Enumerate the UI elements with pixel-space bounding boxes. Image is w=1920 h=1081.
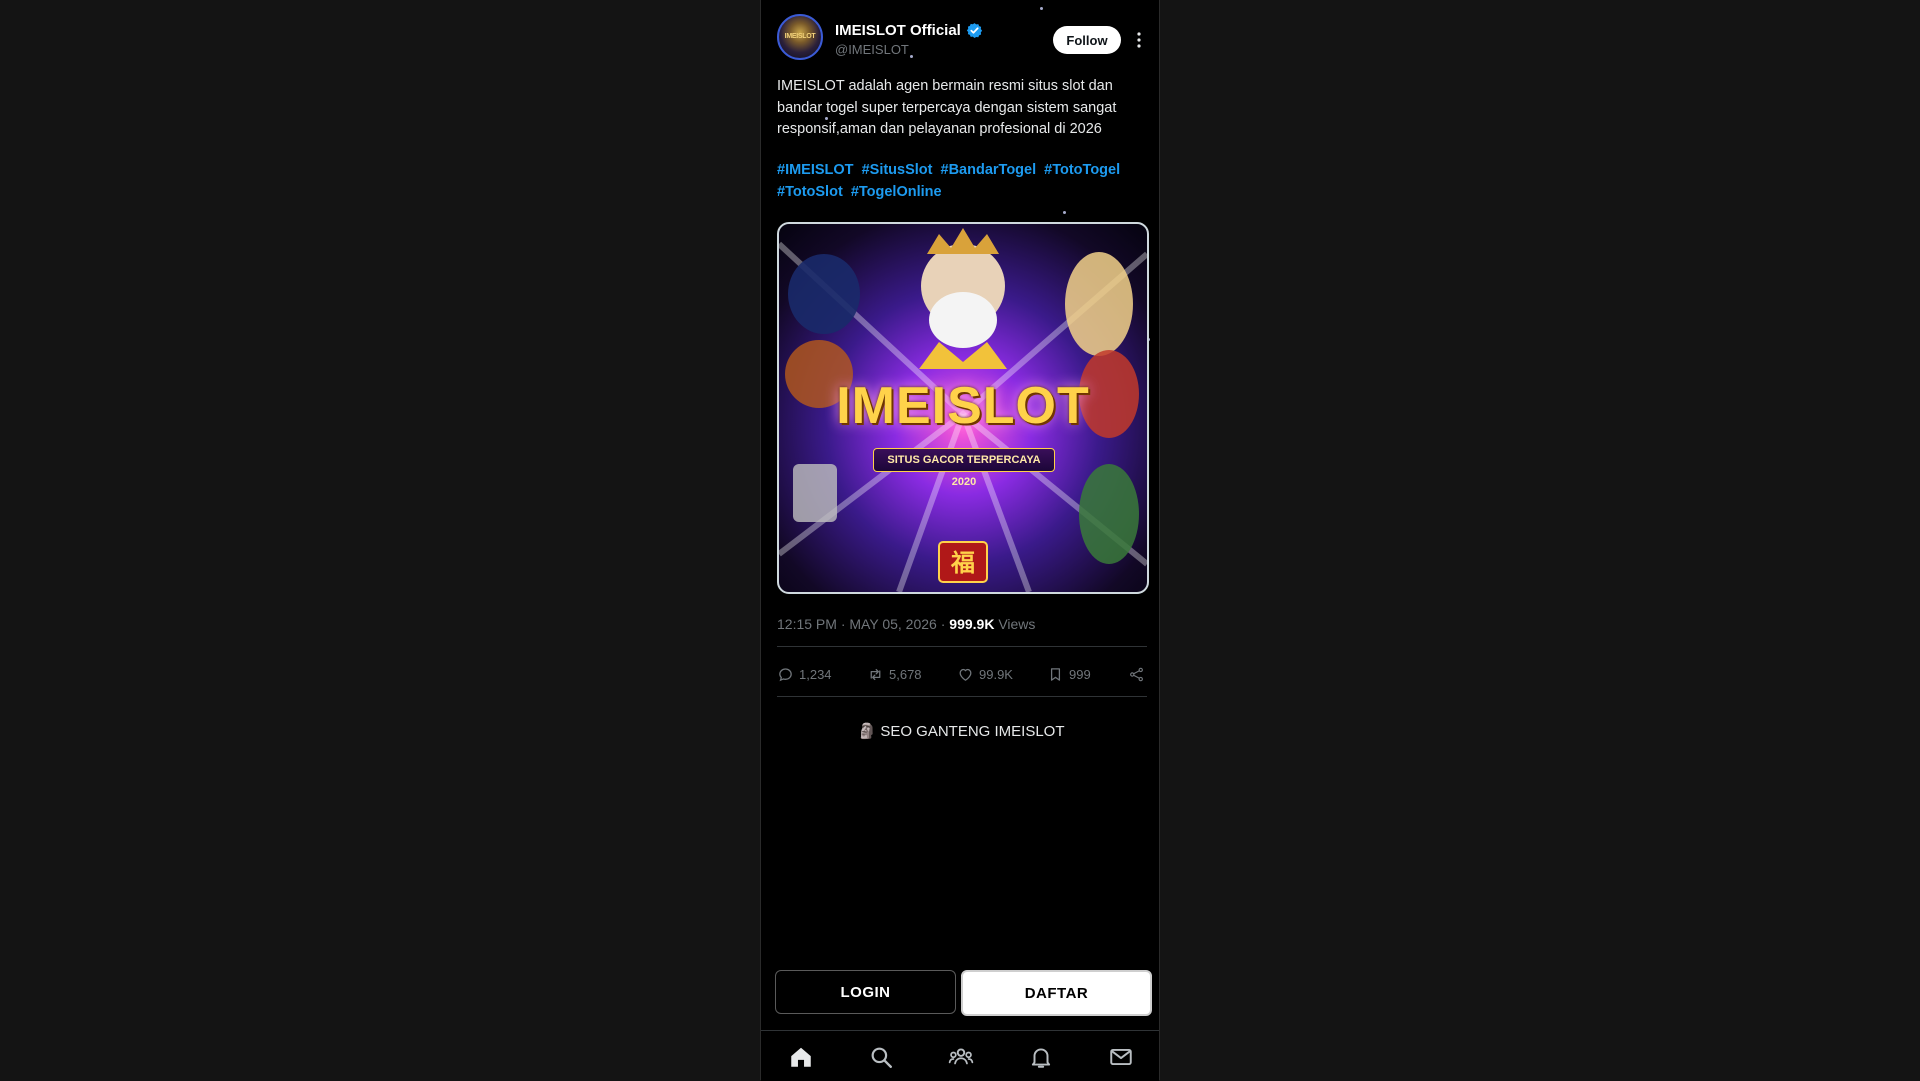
hashtag-link[interactable]: #TotoSlot	[777, 184, 843, 200]
sparkle-decoration	[1063, 211, 1066, 214]
tweet-header: IMEISLOT IMEISLOT Official @IMEISLOT Fol…	[777, 14, 1147, 64]
home-icon	[791, 1047, 811, 1067]
reply-icon	[779, 668, 792, 682]
reply-count: 1,234	[799, 667, 832, 682]
retweet-icon	[870, 668, 881, 681]
follow-button[interactable]: Follow	[1053, 26, 1121, 54]
nav-notifications[interactable]	[1028, 1044, 1054, 1070]
nav-home[interactable]	[788, 1044, 814, 1070]
heart-icon	[959, 668, 972, 681]
views-label: Views	[998, 616, 1036, 632]
phone-frame: IMEISLOT IMEISLOT Official @IMEISLOT Fol…	[760, 0, 1160, 1081]
tweet-media-image[interactable]: 福 IMEISLOT SITUS GACOR TERPERCAYA 2020	[777, 222, 1149, 594]
views-count: 999.9K	[949, 616, 995, 632]
hashtag-link[interactable]: #IMEISLOT	[777, 162, 854, 178]
share-icon	[1130, 667, 1143, 682]
tweet-date[interactable]: MAY 05, 2026	[849, 616, 936, 632]
like-count: 99.9K	[979, 667, 1013, 682]
share-button[interactable]	[1128, 666, 1145, 683]
like-button[interactable]: 99.9K	[957, 666, 1013, 683]
bottom-navigation	[761, 1030, 1159, 1081]
promo-text: 🗿 SEO GANTENG IMEISLOT	[857, 723, 1065, 740]
hashtag-link[interactable]: #SitusSlot	[862, 162, 933, 178]
nav-communities[interactable]	[948, 1044, 974, 1070]
retweet-count: 5,678	[889, 667, 922, 682]
search-icon	[871, 1047, 892, 1068]
verified-badge-icon	[966, 23, 983, 38]
avatar-logo-text: IMEISLOT	[784, 33, 816, 40]
hashtag-link[interactable]: #TotoTogel	[1044, 162, 1120, 178]
messages-icon	[1110, 1048, 1132, 1066]
tweet-meta: 12:15 PM · MAY 05, 2026 · 999.9K Views	[777, 616, 1035, 632]
meta-separator: ·	[940, 616, 950, 632]
tweet-time[interactable]: 12:15 PM	[777, 616, 837, 632]
nav-messages[interactable]	[1108, 1044, 1134, 1070]
tweet-body: IMEISLOT adalah agen bermain resmi situs…	[777, 78, 1117, 137]
avatar[interactable]: IMEISLOT	[777, 14, 823, 60]
handle[interactable]: @IMEISLOT	[835, 42, 909, 57]
tweet-actions: 1,234 5,678 99.9K 999	[777, 666, 1149, 690]
display-name[interactable]: IMEISLOT Official	[835, 22, 961, 39]
register-button[interactable]: DAFTAR	[961, 970, 1152, 1016]
name-row: IMEISLOT Official	[835, 22, 983, 39]
media-title: IMEISLOT	[836, 377, 1090, 435]
divider	[777, 696, 1147, 697]
login-button[interactable]: LOGIN	[775, 970, 956, 1014]
communities-icon	[948, 1048, 974, 1065]
reply-button[interactable]: 1,234	[777, 666, 832, 683]
notifications-icon	[1031, 1048, 1051, 1068]
hashtag-link[interactable]: #TogelOnline	[851, 184, 942, 200]
bookmark-icon	[1050, 668, 1061, 681]
more-vertical-icon[interactable]	[1131, 30, 1147, 50]
nav-search[interactable]	[868, 1044, 894, 1070]
bookmark-count: 999	[1069, 667, 1091, 682]
divider	[777, 646, 1147, 647]
sparkle-decoration	[1040, 7, 1043, 10]
media-subtitle: SITUS GACOR TERPERCAYA 2020	[873, 448, 1055, 488]
hashtag-link[interactable]: #BandarTogel	[941, 162, 1037, 178]
bookmark-button[interactable]: 999	[1047, 666, 1091, 683]
retweet-button[interactable]: 5,678	[867, 666, 922, 683]
hashtag-list: #IMEISLOT #SitusSlot #BandarTogel #TotoT…	[777, 160, 1149, 203]
fortune-seal: 福	[950, 549, 975, 577]
